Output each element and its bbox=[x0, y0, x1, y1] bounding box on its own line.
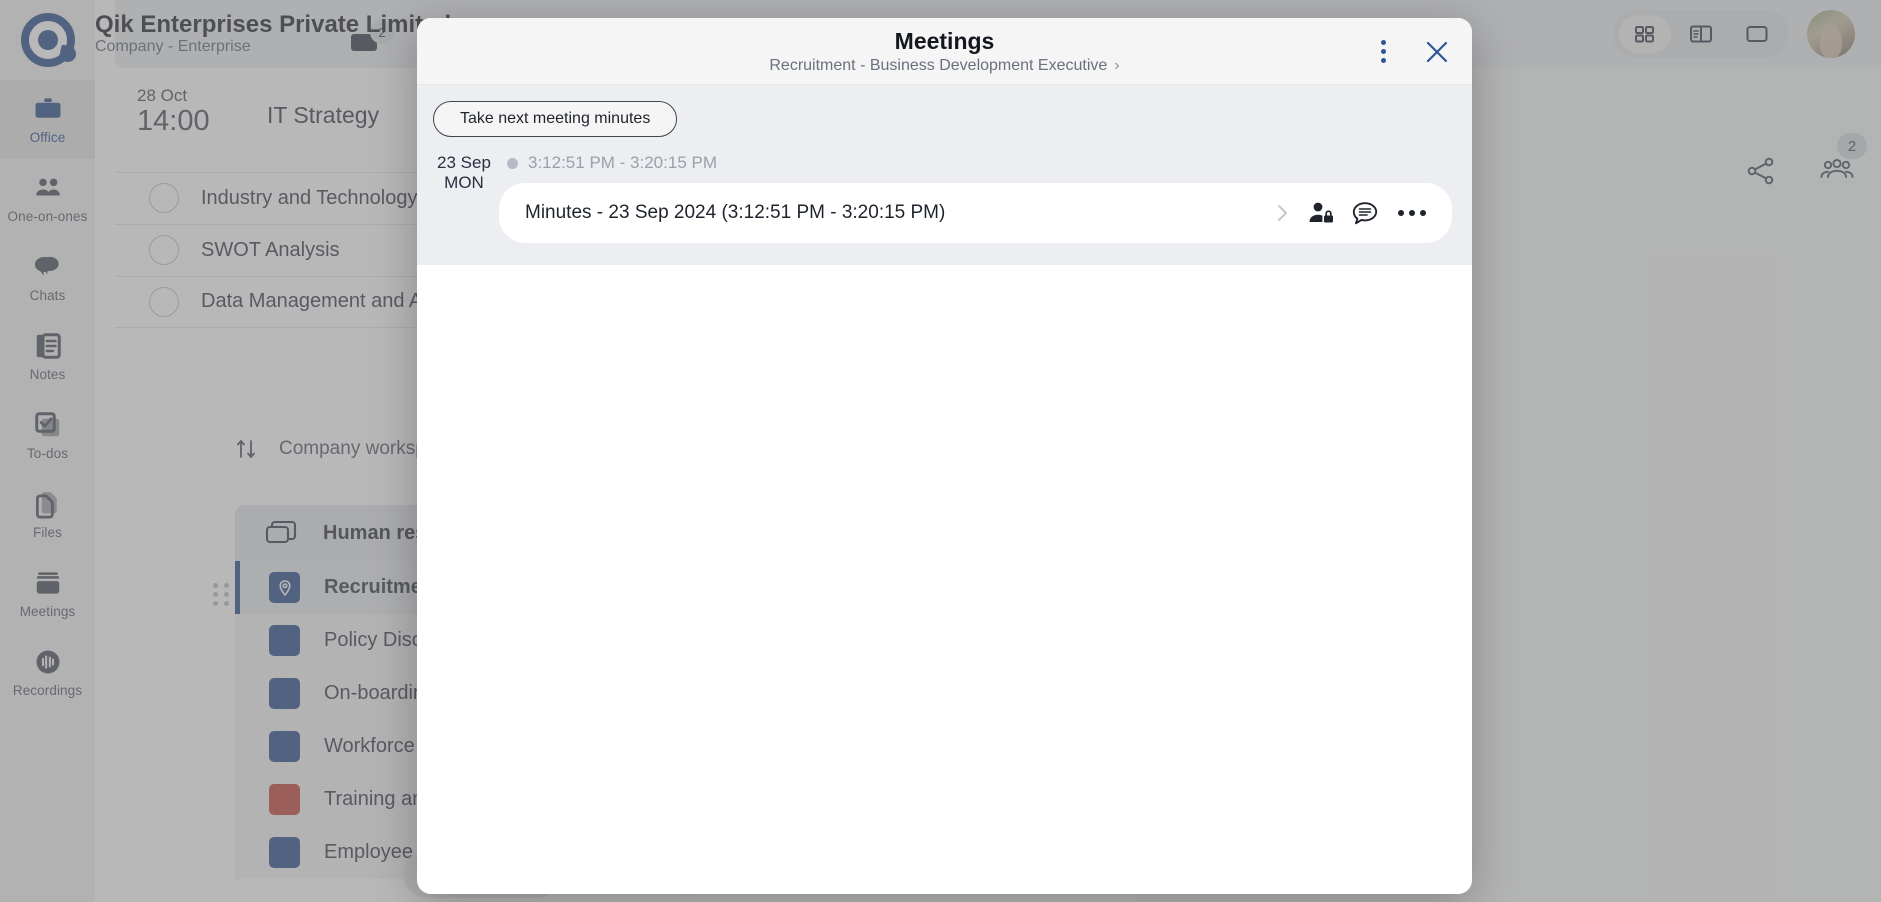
sidebar-item-chats[interactable]: Chats bbox=[0, 238, 95, 317]
agenda-item-label: SWOT Analysis bbox=[201, 238, 340, 261]
minutes-list-band: Take next meeting minutes 23 Sep MON 3:1… bbox=[417, 85, 1472, 265]
sidebar-label-recordings: Recordings bbox=[12, 683, 83, 698]
folder-stack-icon bbox=[263, 518, 301, 548]
app-logo[interactable] bbox=[0, 0, 95, 80]
workspace-color-swatch bbox=[269, 678, 300, 709]
sidebar-item-to-dos[interactable]: To-dos bbox=[0, 396, 95, 475]
sort-icon[interactable] bbox=[235, 437, 257, 461]
drag-handle-icon[interactable] bbox=[213, 582, 231, 606]
workspace-color-swatch bbox=[269, 572, 300, 603]
files-icon bbox=[33, 489, 63, 519]
agenda-item-label: Data Management and An bbox=[201, 290, 434, 313]
pin-icon bbox=[278, 579, 291, 596]
modal-breadcrumb-label: Recruitment - Business Development Execu… bbox=[769, 56, 1108, 74]
view-mode-switch bbox=[1613, 10, 1789, 58]
sidebar-label-office: Office bbox=[29, 130, 66, 145]
grid-view-icon[interactable] bbox=[1619, 15, 1671, 53]
comment-icon[interactable] bbox=[1350, 200, 1380, 226]
chat-bubbles-icon bbox=[33, 252, 63, 282]
day-date-column: 23 Sep MON bbox=[429, 151, 499, 193]
sidebar-label-meetings: Meetings bbox=[19, 604, 76, 619]
day-date: 23 Sep bbox=[437, 153, 491, 172]
day-group: 23 Sep MON 3:12:51 PM - 3:20:15 PM Minut… bbox=[417, 151, 1472, 243]
left-nav-rail: Office One-on-ones Chats Notes To-dos Fi… bbox=[0, 0, 95, 902]
sidebar-item-one-on-ones[interactable]: One-on-ones bbox=[0, 159, 95, 238]
recordings-icon bbox=[33, 647, 63, 677]
sidebar-item-office[interactable]: Office bbox=[0, 80, 95, 159]
more-horizontal-icon[interactable] bbox=[1394, 202, 1430, 224]
sidebar-label-files: Files bbox=[32, 525, 62, 540]
session-time-range: 3:12:51 PM - 3:20:15 PM bbox=[528, 153, 717, 172]
agenda-checkbox-icon[interactable] bbox=[149, 235, 179, 266]
workspace-color-swatch bbox=[269, 625, 300, 656]
sidebar-label-to-dos: To-dos bbox=[26, 446, 69, 461]
participants-count-badge: 2 bbox=[1837, 133, 1867, 159]
modal-header: Meetings Recruitment - Business Developm… bbox=[417, 18, 1472, 85]
share-icon[interactable] bbox=[1743, 155, 1779, 187]
agenda-checkbox-icon[interactable] bbox=[149, 286, 179, 317]
agenda-item-label: Industry and Technology T bbox=[201, 186, 435, 209]
call-action-icons: 2 bbox=[1743, 133, 1867, 187]
next-meeting-title: IT Strategy bbox=[267, 102, 380, 128]
session-column: 3:12:51 PM - 3:20:15 PM Minutes - 23 Sep… bbox=[499, 151, 1472, 243]
chevron-right-icon[interactable] bbox=[1272, 202, 1292, 224]
single-view-icon[interactable] bbox=[1731, 15, 1783, 53]
notes-icon bbox=[33, 331, 63, 361]
person-lock-icon[interactable] bbox=[1306, 200, 1336, 226]
modal-title: Meetings bbox=[894, 27, 995, 54]
day-weekday: MON bbox=[444, 173, 484, 193]
qik-logo-icon bbox=[20, 13, 75, 67]
modal-breadcrumb[interactable]: Recruitment - Business Development Execu… bbox=[769, 57, 1119, 75]
sidebar-item-recordings[interactable]: Recordings bbox=[0, 633, 95, 712]
next-meeting-date: 28 Oct bbox=[137, 86, 188, 105]
meetings-icon bbox=[33, 568, 63, 598]
modal-header-actions bbox=[1373, 18, 1450, 85]
user-avatar[interactable] bbox=[1807, 10, 1855, 58]
app-root: Office One-on-ones Chats Notes To-dos Fi… bbox=[0, 0, 1881, 902]
sidebar-label-notes: Notes bbox=[29, 367, 66, 382]
modal-body: Take next meeting minutes 23 Sep MON 3:1… bbox=[417, 85, 1472, 894]
next-meeting-time: 14:00 bbox=[137, 104, 210, 137]
sidebar-label-one-on-ones: One-on-ones bbox=[7, 209, 88, 224]
chevron-right-icon: › bbox=[1114, 56, 1120, 74]
session-time-row: 3:12:51 PM - 3:20:15 PM bbox=[499, 151, 1452, 183]
close-icon[interactable] bbox=[1424, 39, 1450, 65]
minutes-row[interactable]: Minutes - 23 Sep 2024 (3:12:51 PM - 3:20… bbox=[499, 183, 1452, 243]
people-icon bbox=[33, 173, 63, 203]
sidebar-label-chats: Chats bbox=[29, 288, 66, 303]
split-view-icon[interactable] bbox=[1675, 15, 1727, 53]
more-vertical-icon[interactable] bbox=[1373, 34, 1394, 69]
next-meeting-datetime: 28 Oct 14:00 bbox=[137, 86, 245, 137]
session-status-dot-icon bbox=[507, 157, 518, 169]
take-next-meeting-minutes-button[interactable]: Take next meeting minutes bbox=[433, 101, 678, 137]
workspace-color-swatch bbox=[269, 731, 300, 762]
sidebar-item-files[interactable]: Files bbox=[0, 475, 95, 554]
minutes-title: Minutes - 23 Sep 2024 (3:12:51 PM - 3:20… bbox=[525, 202, 946, 223]
participants-icon[interactable]: 2 bbox=[1819, 133, 1867, 187]
workspace-item-label: Employee bbox=[324, 841, 413, 863]
sidebar-item-meetings[interactable]: Meetings bbox=[0, 554, 95, 633]
checkbox-stack-icon bbox=[33, 410, 63, 440]
briefcase-icon bbox=[33, 94, 63, 124]
agenda-checkbox-icon[interactable] bbox=[149, 183, 179, 214]
workspace-color-swatch bbox=[269, 837, 300, 868]
meetings-modal: Meetings Recruitment - Business Developm… bbox=[417, 18, 1472, 894]
sidebar-item-notes[interactable]: Notes bbox=[0, 317, 95, 396]
workspace-color-swatch bbox=[269, 784, 300, 815]
